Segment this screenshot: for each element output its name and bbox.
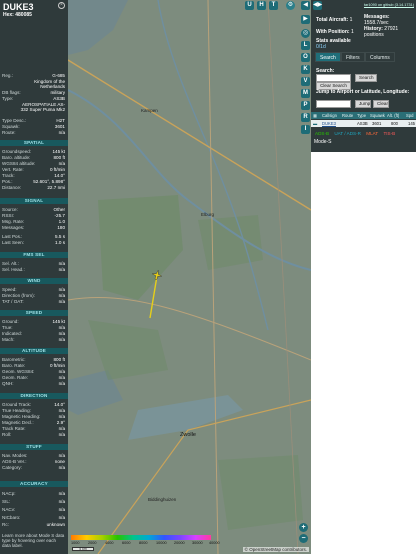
map-attribution[interactable]: © OpenStreetMap contributors. <box>242 547 309 552</box>
table-row[interactable]: ▬ DUKE3 AS3B 3601 800 145 <box>311 120 416 127</box>
search-input[interactable] <box>316 74 351 82</box>
info-row: Category: n/a <box>2 465 65 470</box>
row-type: AS3B <box>357 121 368 126</box>
aircraft-list-panel: ◀▶ tar1090 on github (3.14.1731) Total A… <box>311 0 416 554</box>
badge-uat: UAT / ADS-R <box>334 131 361 136</box>
info-row: Kingdom of the Netherlands <box>34 79 65 89</box>
settings-icon[interactable]: ⚙ <box>286 1 295 10</box>
info-row: Mach: n/a <box>2 337 65 342</box>
zoom-out-button[interactable]: − <box>299 534 308 543</box>
place-label: Elburg <box>201 212 215 217</box>
info-row: Last Seen: 1.0 s <box>2 240 65 245</box>
section-header-direction[interactable]: DIRECTION <box>0 393 68 399</box>
zoom-in-button[interactable]: + <box>299 523 308 532</box>
section-header-fms-sel[interactable]: FMS SEL <box>0 252 68 258</box>
badge-tisb: TIS-B <box>383 131 396 136</box>
info-row: NACv: n/a <box>2 507 65 512</box>
list-empty-area <box>311 152 416 554</box>
map-button-l[interactable]: L <box>301 41 310 50</box>
row-altitude: 800 <box>391 121 398 126</box>
aircraft-table-header: ▦ Callsign Route Type Squawk Alt. (ft) S… <box>311 112 416 119</box>
map-button-m[interactable]: M <box>301 89 310 98</box>
col-speed[interactable]: Spd <box>406 112 413 119</box>
section-header-wind[interactable]: WIND <box>0 278 68 284</box>
altitude-color-scale <box>71 535 211 540</box>
info-row: NICbaro: n/a <box>2 515 65 520</box>
arrow-right-icon[interactable]: ▶ <box>301 15 310 24</box>
aircraft-callsign: DUKE3 <box>3 2 34 12</box>
target-icon[interactable]: ◎ <box>301 29 310 38</box>
section-header-stuff[interactable]: STUFF <box>0 444 68 450</box>
map-button-p[interactable]: P <box>301 101 310 110</box>
place-label: Zwolle <box>180 432 196 438</box>
learn-more-text: Learn more about Mode S data type by hov… <box>2 533 65 549</box>
map-button-t[interactable]: T <box>269 1 278 10</box>
jump-label: Jump to Airport or Latitude, Longitude: <box>316 89 410 95</box>
badge-mlat: MLAT <box>366 131 379 136</box>
info-row: SIL: n/a <box>2 499 65 504</box>
with-position: With Position: 1 <box>316 29 354 35</box>
info-row: TAT / OAT: n/a <box>2 299 65 304</box>
history-label: History: 27921 positions <box>364 26 399 38</box>
map-button-k[interactable]: K <box>301 65 310 74</box>
map-view[interactable]: Kampen Elburg Zwolle Biddinghuizen U H T… <box>68 0 311 554</box>
col-squawk[interactable]: Squawk <box>370 112 385 119</box>
section-header-speed[interactable]: SPEED <box>0 310 68 316</box>
col-route[interactable]: Route <box>342 112 353 119</box>
row-callsign[interactable]: DUKE3 <box>322 120 336 127</box>
tab-filters[interactable]: Filters <box>341 52 365 62</box>
row-speed: 145 <box>408 121 415 126</box>
map-scale-bar: 5 km <box>72 547 94 551</box>
col-altitude[interactable]: Alt. (ft) <box>387 112 399 119</box>
info-row: AEROSPATIALE AS-332 Super Puma Mk2 <box>20 102 65 112</box>
row-squawk: 3601 <box>372 121 382 126</box>
badge-adsb: ADS-B <box>315 131 330 136</box>
section-header-accuracy[interactable]: ACCURACY <box>0 481 68 487</box>
aircraft-info-panel: DUKE3 Hex: 480085 × Reg.: G-685 Kingdom o… <box>0 0 68 554</box>
stats-link[interactable]: 0/1d <box>316 44 326 50</box>
sidebar-tabs: Search Filters Columns <box>315 52 412 62</box>
col-type-icon[interactable]: ▦ <box>313 112 317 119</box>
search-button[interactable]: Search <box>355 74 377 82</box>
place-label: Biddinghuizen <box>148 497 177 502</box>
info-row: Roll: n/a <box>2 432 65 437</box>
clear-button[interactable]: Clear <box>373 100 389 108</box>
aircraft-marker-icon[interactable] <box>152 270 162 280</box>
total-aircraft: Total Aircraft: 1 <box>316 17 353 23</box>
map-canvas <box>68 0 311 554</box>
col-type[interactable]: Type <box>357 112 366 119</box>
col-callsign[interactable]: Callsign <box>322 112 337 119</box>
map-button-o[interactable]: O <box>301 53 310 62</box>
expand-sidebar-icon[interactable]: ◀ <box>301 1 310 10</box>
badge-modes: Mode-S <box>314 139 332 145</box>
source-legend: ADS-B UAT / ADS-R MLAT TIS-B <box>314 130 398 137</box>
place-label: Kampen <box>141 108 158 113</box>
section-header-signal[interactable]: SIGNAL <box>0 198 68 204</box>
map-button-i[interactable]: I <box>301 125 310 134</box>
map-button-r[interactable]: R <box>301 113 310 122</box>
info-row: QNH: n/a <box>2 381 65 386</box>
info-row: Sel. Head.: n/a <box>2 267 65 272</box>
jump-input[interactable] <box>316 100 351 108</box>
info-row: Route: n/a <box>2 130 65 135</box>
map-button-h[interactable]: H <box>257 1 266 10</box>
info-row: Distance: 22.7 nmi <box>2 185 65 190</box>
map-button-v[interactable]: V <box>301 77 310 86</box>
tab-columns[interactable]: Columns <box>365 52 395 62</box>
section-header-altitude[interactable]: ALTITUDE <box>0 348 68 354</box>
altitude-scale-labels: 1000 2000 4000 6000 8000 10000 20000 300… <box>71 541 220 545</box>
info-row: NACp: n/a <box>2 491 65 496</box>
github-link[interactable]: tar1090 on github (3.14.1731) <box>364 3 414 7</box>
tab-search[interactable]: Search <box>315 52 341 62</box>
map-button-u[interactable]: U <box>245 1 254 10</box>
aircraft-hex: Hex: 480085 <box>3 12 32 18</box>
jump-button[interactable]: Jump <box>355 100 371 108</box>
section-header-spatial[interactable]: SPATIAL <box>0 140 68 146</box>
collapse-panel-icon[interactable]: ◀▶ <box>313 1 322 10</box>
info-row: Messages: 180 <box>2 225 65 230</box>
close-icon[interactable]: × <box>58 2 65 9</box>
info-row: Rc: unknown <box>2 522 65 527</box>
